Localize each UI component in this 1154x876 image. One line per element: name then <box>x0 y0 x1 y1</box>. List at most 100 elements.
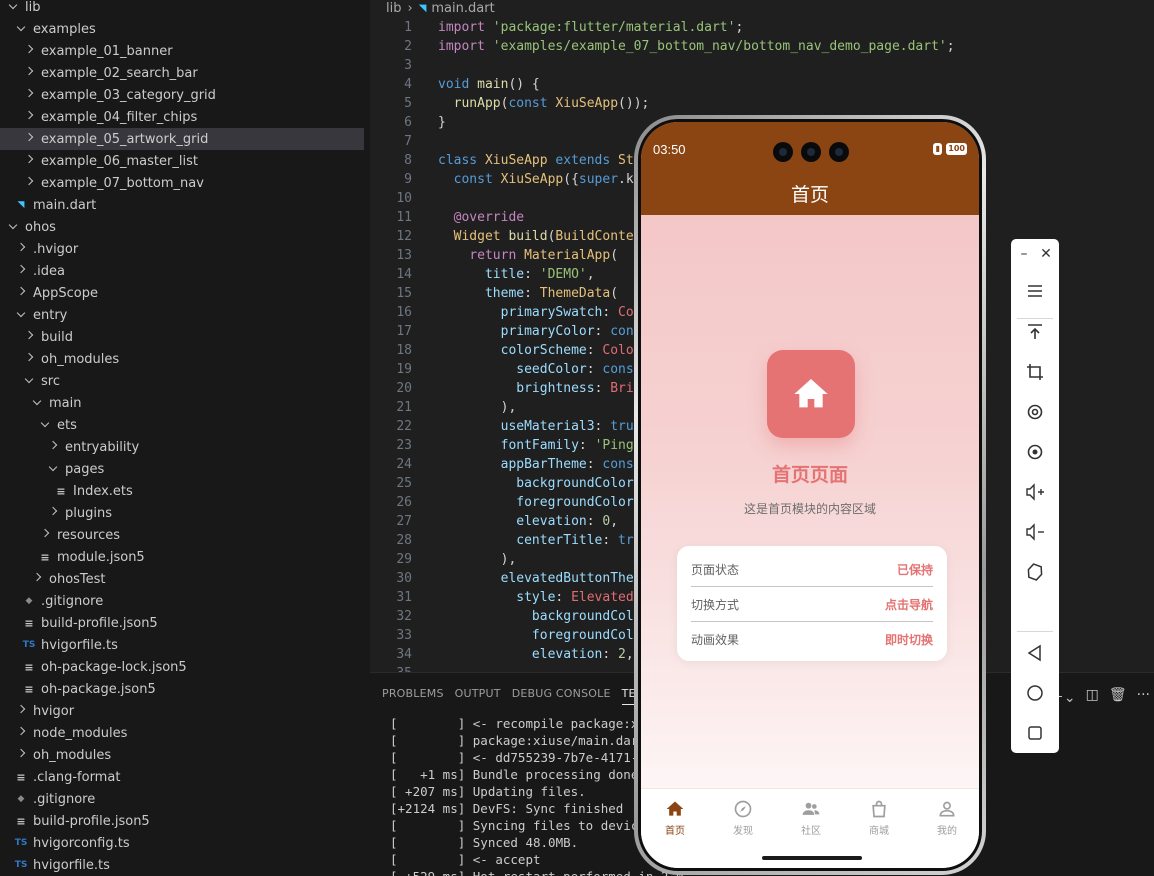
tree-item[interactable]: .hvigor <box>0 238 370 260</box>
code-text: brightness: Brig <box>516 381 642 396</box>
code-line[interactable]: 2 import 'examples/example_07_bottom_nav/… <box>370 37 1154 56</box>
tree-item[interactable]: TS hvigorfile.ts <box>0 854 370 876</box>
tree-item[interactable]: examples <box>0 18 370 40</box>
code-text: backgroundColo <box>531 609 642 624</box>
gesture-icon[interactable] <box>1023 560 1047 584</box>
code-text: colorScheme: Color <box>500 343 642 358</box>
line-number: 20 <box>396 381 412 396</box>
upload-icon[interactable] <box>1023 320 1047 344</box>
tree-item[interactable]: entry <box>0 304 370 326</box>
split-terminal-icon[interactable]: ◫ <box>1086 687 1099 707</box>
code-line[interactable]: 1 import 'package:flutter/material.dart'; <box>370 18 1154 37</box>
breadcrumb-folder[interactable]: lib <box>386 1 401 16</box>
tree-item[interactable]: oh_modules <box>0 348 370 370</box>
minimize-icon[interactable]: – <box>1015 245 1033 263</box>
tree-item[interactable]: ≡ build-profile.json5 <box>0 612 370 634</box>
tree-item[interactable]: pages <box>0 458 370 480</box>
tree-item[interactable]: ≡ oh-package-lock.json5 <box>0 656 370 678</box>
line-number: 19 <box>396 362 412 377</box>
tree-item[interactable]: .idea <box>0 260 370 282</box>
typescript-file-icon: TS <box>14 860 28 870</box>
tree-item[interactable]: TS hvigorfile.ts <box>0 634 370 656</box>
menu-icon[interactable] <box>1023 279 1047 303</box>
tree-item[interactable]: ≡ .clang-format <box>0 766 370 788</box>
file-icon: ≡ <box>24 682 34 696</box>
tree-item[interactable]: node_modules <box>0 722 370 744</box>
more-icon[interactable]: ··· <box>1137 687 1150 707</box>
tree-item[interactable]: ≡ Index.ets <box>0 480 370 502</box>
panel-tab[interactable]: OUTPUT <box>455 687 501 705</box>
home-indicator[interactable] <box>762 856 862 860</box>
home-circle-icon[interactable] <box>1023 681 1047 705</box>
tree-item-label: example_07_bottom_nav <box>41 175 204 191</box>
code-text: class XiuSeApp extends Sta <box>438 153 642 168</box>
tree-item[interactable]: ≡ oh-package.json5 <box>0 678 370 700</box>
tree-item[interactable]: ≡ build-profile.json5 <box>0 810 370 832</box>
tree-item[interactable]: plugins <box>0 502 370 524</box>
tree-item-label: example_01_banner <box>41 43 173 59</box>
rotate-icon[interactable] <box>1023 400 1047 424</box>
tree-item[interactable]: ◥ main.dart <box>0 194 370 216</box>
tree-item[interactable]: lib <box>0 0 370 18</box>
volume-down-icon[interactable] <box>1023 520 1047 544</box>
tree-item[interactable]: example_06_master_list <box>0 150 370 172</box>
tree-item[interactable]: example_05_artwork_grid <box>0 128 364 150</box>
location-icon[interactable] <box>1023 440 1047 464</box>
tree-item[interactable]: example_03_category_grid <box>0 84 370 106</box>
line-number: 30 <box>396 571 412 586</box>
tree-item[interactable]: hvigor <box>0 700 370 722</box>
camera-icon <box>801 142 821 162</box>
tree-item[interactable]: ◆ .gitignore <box>0 788 370 810</box>
breadcrumb-file[interactable]: main.dart <box>431 1 494 16</box>
tree-item[interactable]: ets <box>0 414 370 436</box>
code-line[interactable]: 4 void main() { <box>370 75 1154 94</box>
tree-item[interactable]: ≡ module.json5 <box>0 546 370 568</box>
toolbar-divider <box>1017 318 1053 319</box>
nav-item[interactable]: 我的 <box>917 799 977 837</box>
tree-item[interactable]: entryability <box>0 436 370 458</box>
tree-item[interactable]: example_02_search_bar <box>0 62 370 84</box>
terminal-line: [ +529 ms] Hot restart performed in 2.0 <box>390 868 684 876</box>
phone-screen[interactable]: 03:50 ▮ 100 首页 首页页面 这是首页模块的内容区域 页面状态 已保持切… <box>641 122 979 868</box>
volume-up-icon[interactable] <box>1023 480 1047 504</box>
nav-item[interactable]: 社区 <box>781 799 841 837</box>
tree-item[interactable]: src <box>0 370 370 392</box>
back-icon[interactable] <box>1023 641 1047 665</box>
tree-item[interactable]: ohos <box>0 216 370 238</box>
close-icon[interactable]: ✕ <box>1037 245 1055 263</box>
tree-item[interactable]: example_07_bottom_nav <box>0 172 370 194</box>
nav-item[interactable]: 发现 <box>713 799 773 837</box>
chevron-down-icon <box>22 374 36 388</box>
tree-item[interactable]: resources <box>0 524 370 546</box>
git-file-icon: ◆ <box>17 794 25 804</box>
panel-tab[interactable]: PROBLEMS <box>382 687 444 705</box>
crop-icon[interactable] <box>1023 360 1047 384</box>
code-text: ), <box>438 400 517 415</box>
tree-item[interactable]: ◆ .gitignore <box>0 590 370 612</box>
tree-item[interactable]: TS hvigorconfig.ts <box>0 832 370 854</box>
tree-item-label: module.json5 <box>57 549 145 565</box>
tree-item[interactable]: ohosTest <box>0 568 370 590</box>
tree-item[interactable]: example_04_filter_chips <box>0 106 370 128</box>
nav-item[interactable]: 商城 <box>849 799 909 837</box>
trash-icon[interactable]: 🗑 <box>1109 687 1127 707</box>
home-icon <box>666 801 684 816</box>
line-number: 18 <box>396 343 412 358</box>
recents-icon[interactable] <box>1023 721 1047 745</box>
tree-item[interactable]: main <box>0 392 370 414</box>
tree-item-label: .gitignore <box>41 593 104 609</box>
tree-item[interactable]: AppScope <box>0 282 370 304</box>
tree-item[interactable]: oh_modules <box>0 744 370 766</box>
nav-item[interactable]: 首页 <box>645 799 705 837</box>
code-line[interactable]: 5 runApp(const XiuSeApp()); <box>370 94 1154 113</box>
tree-item-label: oh_modules <box>33 747 112 763</box>
tree-item-label: .hvigor <box>33 241 79 257</box>
tree-item-label: hvigorfile.ts <box>41 637 118 653</box>
tree-item[interactable]: build <box>0 326 370 348</box>
tree-item[interactable]: example_01_banner <box>0 40 370 62</box>
code-line[interactable]: 3 <box>370 56 1154 75</box>
code-text: useMaterial3: true <box>500 419 642 434</box>
tree-item-label: example_02_search_bar <box>41 65 198 81</box>
code-text: import 'examples/example_07_bottom_nav/b… <box>438 39 955 54</box>
panel-tab[interactable]: DEBUG CONSOLE <box>512 687 611 705</box>
